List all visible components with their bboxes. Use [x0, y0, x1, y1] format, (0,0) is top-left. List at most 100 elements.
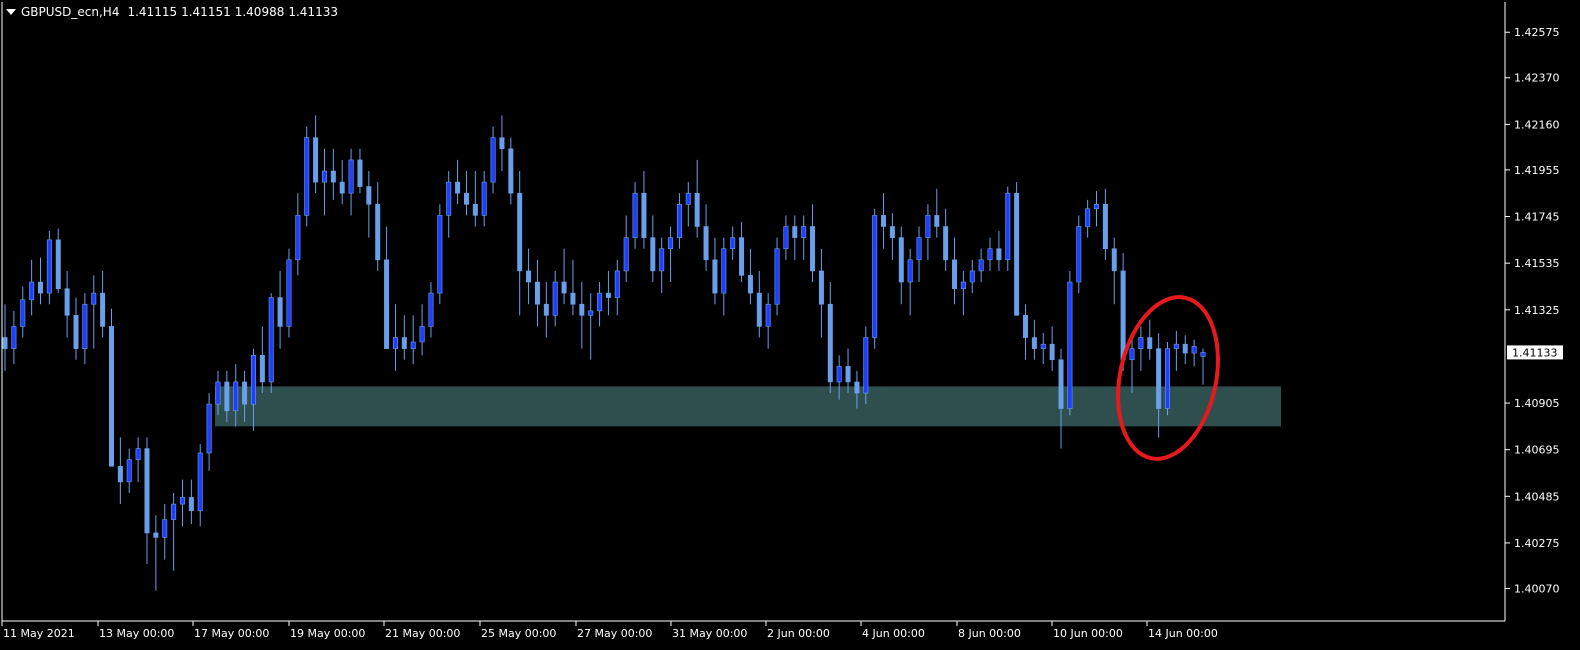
candle-body — [605, 292, 611, 298]
candle — [428, 282, 434, 338]
candle-body — [100, 292, 106, 327]
candle — [579, 282, 585, 349]
candle-body — [827, 303, 833, 383]
candle — [1147, 319, 1153, 360]
candle — [783, 215, 789, 260]
candle — [1200, 348, 1206, 385]
candle-body — [898, 237, 904, 283]
candle-body — [446, 181, 452, 216]
candle — [339, 159, 345, 205]
candle — [925, 204, 931, 260]
candle — [472, 170, 478, 227]
candle-body — [668, 237, 674, 250]
candle — [481, 170, 487, 227]
candle-body — [250, 355, 256, 405]
y-tick-label: 1.40070 — [1514, 582, 1560, 595]
candle-body — [82, 303, 88, 349]
candle — [508, 137, 514, 205]
candle — [1173, 330, 1179, 371]
candle — [392, 304, 398, 371]
candle — [801, 215, 807, 260]
candle-body — [1049, 343, 1055, 361]
candle — [366, 170, 372, 238]
candle — [827, 282, 833, 394]
candle-body — [37, 281, 43, 294]
candle-body — [907, 259, 913, 283]
candle-body — [1200, 352, 1206, 357]
candle — [268, 293, 274, 394]
candle — [29, 259, 35, 316]
candle — [739, 222, 745, 283]
candle — [437, 204, 443, 305]
y-tick-label: 1.40275 — [1514, 537, 1560, 550]
y-tick-label: 1.42575 — [1514, 26, 1560, 39]
candle-body — [694, 192, 700, 227]
candle — [1102, 188, 1108, 260]
candle-body — [747, 275, 753, 294]
candle-body — [1156, 348, 1162, 409]
candle — [197, 444, 203, 527]
candle-body — [171, 503, 177, 520]
candle-body — [934, 215, 940, 227]
current-price-label: 1.41133 — [1512, 346, 1558, 359]
candle-body — [1031, 337, 1037, 349]
candle-body — [410, 341, 416, 349]
candle-body — [277, 297, 283, 327]
candle-body — [455, 181, 461, 194]
candle — [64, 270, 70, 338]
candle — [321, 148, 327, 216]
candle-body — [188, 497, 194, 512]
candle — [1067, 270, 1073, 416]
candle-body — [348, 159, 354, 194]
candle-body — [162, 519, 168, 538]
candle — [534, 259, 540, 327]
candle-body — [1138, 337, 1144, 349]
candle-body — [1173, 343, 1179, 349]
candle-body — [863, 337, 869, 394]
candle-body — [872, 215, 878, 338]
candle-body — [286, 259, 292, 327]
y-tick-label: 1.41745 — [1514, 211, 1560, 224]
candle — [375, 182, 381, 271]
candle — [1085, 199, 1091, 238]
candle — [384, 226, 390, 349]
candle-body — [29, 281, 35, 301]
candle-body — [517, 192, 523, 272]
candle-body — [597, 292, 603, 312]
candle — [872, 208, 878, 349]
y-tick-label: 1.41535 — [1514, 257, 1560, 270]
candle-body — [179, 497, 185, 505]
candle — [179, 479, 185, 527]
candle — [455, 159, 461, 205]
candle-body — [632, 192, 638, 238]
candle-body — [463, 192, 469, 205]
candle — [676, 193, 682, 249]
candle — [330, 148, 336, 200]
candle — [401, 315, 407, 360]
candle-body — [1191, 346, 1197, 354]
candle — [286, 248, 292, 338]
candle — [313, 115, 319, 194]
candle-body — [108, 326, 114, 467]
candle-body — [534, 281, 540, 305]
candle-body — [1005, 192, 1011, 261]
candle-body — [1085, 208, 1091, 227]
candle-body — [233, 381, 239, 412]
candle-body — [978, 259, 984, 272]
candle-body — [1023, 315, 1029, 338]
candle-body — [73, 315, 79, 349]
x-tick-label: 10 Jun 00:00 — [1053, 627, 1123, 640]
candle — [82, 293, 88, 365]
candle — [916, 226, 922, 283]
candle — [91, 275, 97, 349]
price-chart[interactable]: 1.42575 1.42370 1.42160 1.41955 1.41745 1.415… — [0, 0, 1580, 650]
candle — [499, 115, 505, 171]
candle-body — [952, 259, 958, 289]
candle-body — [1094, 204, 1100, 210]
candle-body — [756, 292, 762, 327]
candle-body — [46, 239, 52, 294]
candle-body — [384, 259, 390, 349]
y-tick-label: 1.42160 — [1514, 118, 1560, 131]
chart-window[interactable]: GBPUSD_ecn,H4 1.41115 1.41151 1.40988 1.… — [0, 0, 1580, 650]
candle — [694, 159, 700, 238]
